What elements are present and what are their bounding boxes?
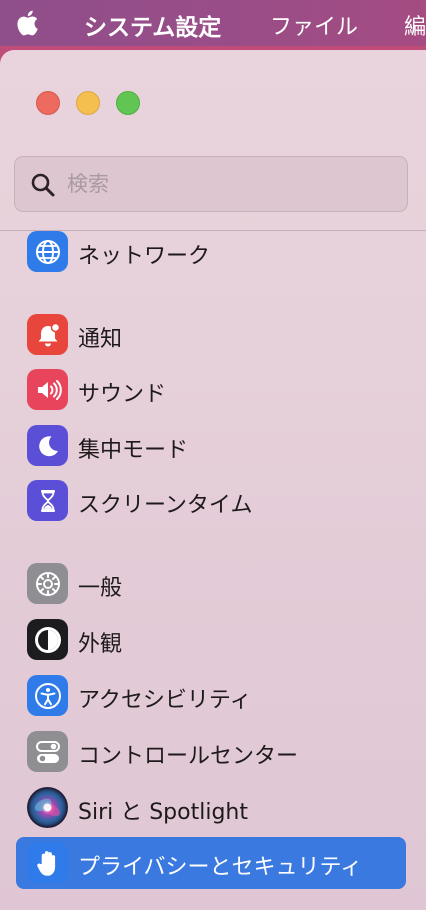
file-menu[interactable]: ファイル	[270, 9, 358, 41]
apple-menu-icon[interactable]	[14, 7, 44, 39]
minimize-window-button[interactable]	[76, 91, 100, 115]
sidebar-item-siri-spotlight[interactable]: Siri と Spotlight	[16, 782, 406, 834]
sidebar-item-label: アクセシビリティ	[78, 688, 252, 713]
sidebar-item-label: コントロールセンター	[78, 744, 299, 769]
sidebar-item-screen-time[interactable]: スクリーンタイム	[16, 475, 406, 527]
sidebar-item-label: Siri と Spotlight	[78, 800, 248, 825]
sidebar-item-label: サウンド	[78, 382, 167, 407]
search-input[interactable]	[67, 157, 397, 211]
accessibility-icon	[27, 675, 68, 716]
speaker-icon	[27, 369, 68, 410]
sidebar-item-sound[interactable]: サウンド	[16, 364, 406, 416]
appearance-icon	[27, 619, 68, 660]
menu-bar: システム設定 ファイル 編	[0, 0, 426, 46]
siri-icon	[27, 787, 68, 828]
sidebar-item-label: 集中モード	[78, 438, 189, 463]
sidebar-item-label: スクリーンタイム	[78, 493, 253, 518]
hand-icon	[27, 842, 68, 883]
sidebar-item-focus[interactable]: 集中モード	[16, 420, 406, 472]
search-icon	[31, 173, 55, 197]
zoom-window-button[interactable]	[116, 91, 140, 115]
sidebar-item-label: 外観	[78, 632, 123, 657]
gear-icon	[27, 563, 68, 604]
globe-icon	[27, 231, 68, 272]
sidebar-item-label: ネットワーク	[78, 244, 211, 269]
sidebar-item-notifications[interactable]: 通知	[16, 309, 406, 361]
sidebar-item-network[interactable]: ネットワーク	[16, 226, 406, 278]
sidebar-item-control-center[interactable]: コントロールセンター	[16, 726, 406, 778]
moon-icon	[27, 425, 68, 466]
bell-icon	[27, 314, 68, 355]
edit-menu[interactable]: 編	[404, 9, 426, 41]
hourglass-icon	[27, 480, 68, 521]
sidebar-item-label: 一般	[78, 576, 123, 601]
sidebar-item-label: プライバシーとセキュリティ	[78, 855, 363, 880]
app-menu[interactable]: システム設定	[84, 8, 221, 42]
sidebar-item-accessibility[interactable]: アクセシビリティ	[16, 670, 406, 722]
search-field[interactable]	[14, 156, 408, 212]
sidebar-item-general[interactable]: 一般	[16, 558, 406, 610]
sidebar-item-appearance[interactable]: 外観	[16, 614, 406, 666]
sidebar-item-privacy-security[interactable]: プライバシーとセキュリティ	[16, 837, 406, 889]
toggles-icon	[27, 731, 68, 772]
settings-window: ネットワーク 通知 サウンド	[0, 50, 426, 910]
close-window-button[interactable]	[36, 91, 60, 115]
sidebar-item-label: 通知	[78, 327, 123, 352]
